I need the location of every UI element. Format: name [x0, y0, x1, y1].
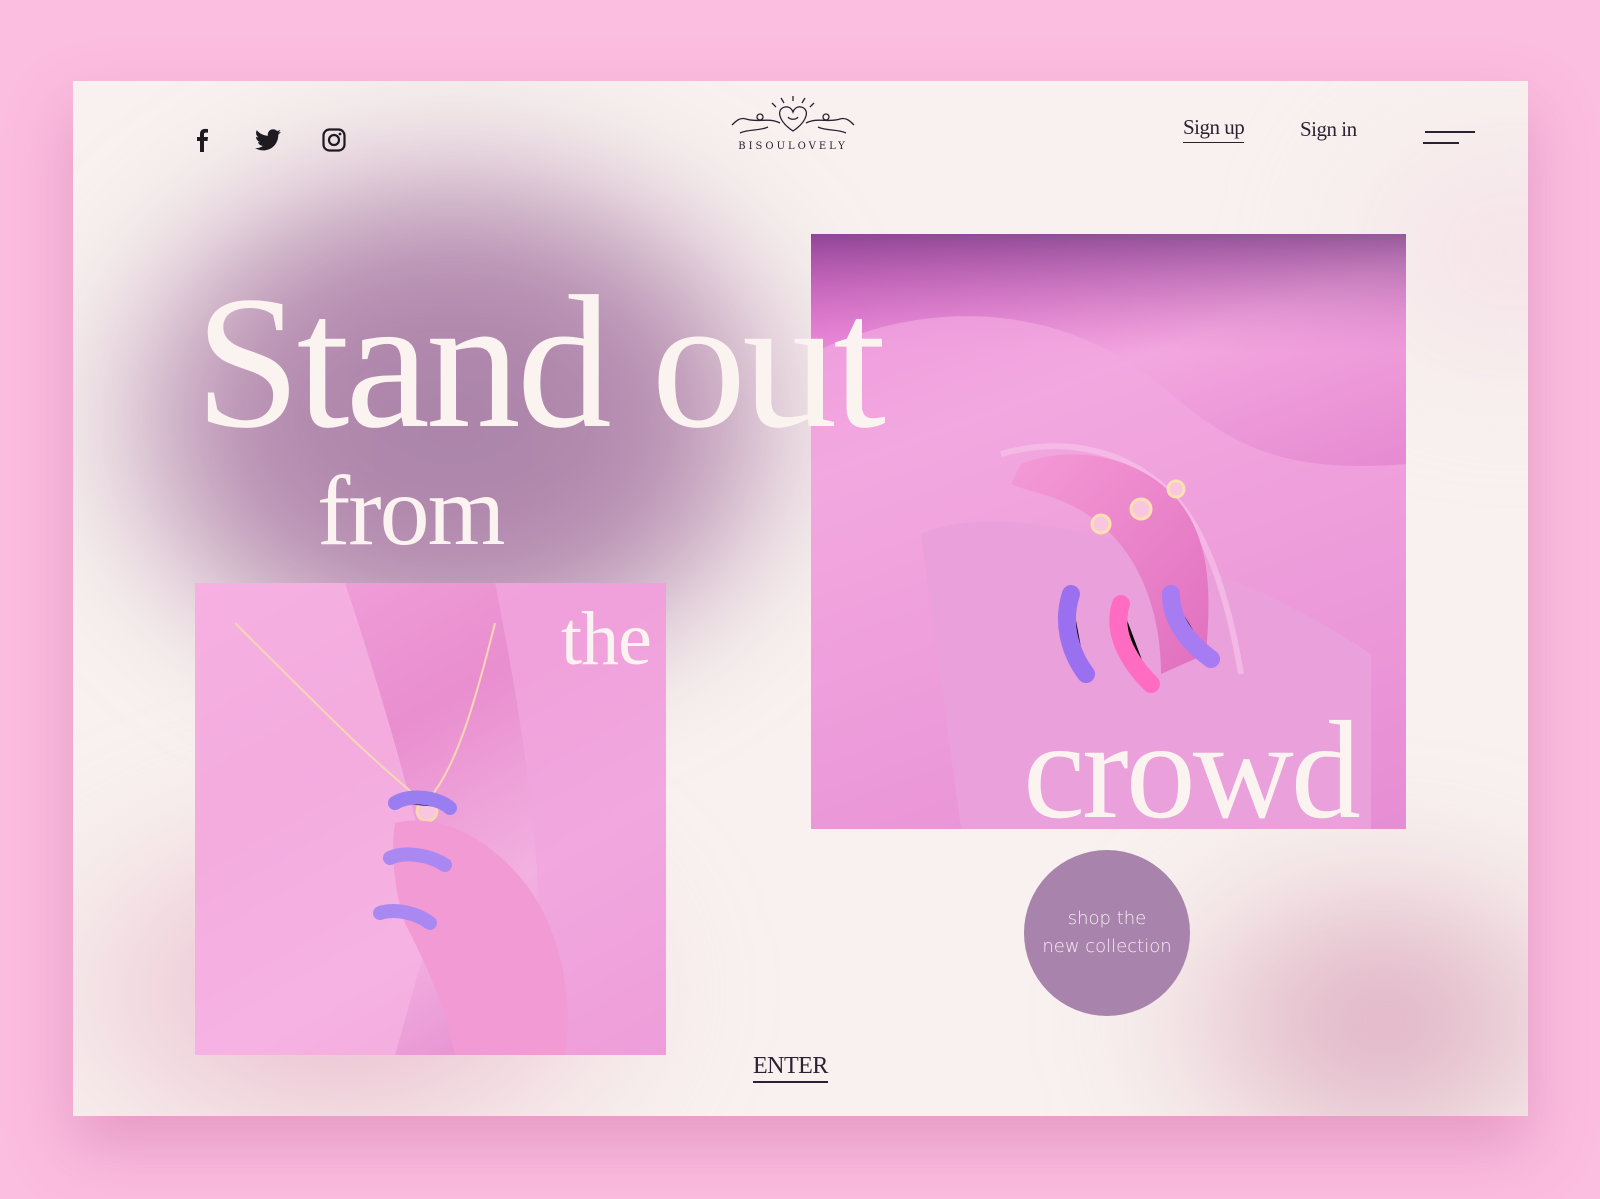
headline-from: from: [317, 455, 505, 566]
facebook-icon[interactable]: [188, 126, 216, 154]
sign-in-link[interactable]: Sign in: [1300, 117, 1357, 142]
headline-stand-out: Stand out: [195, 258, 886, 468]
cta-line-1: shop the: [1067, 908, 1147, 930]
shop-collection-button[interactable]: shop the new collection: [1024, 850, 1190, 1016]
brand-logo[interactable]: BISOULOVELY: [718, 93, 868, 152]
twitter-icon[interactable]: [254, 126, 282, 154]
cta-line-2: new collection: [1042, 936, 1172, 957]
background-gradient: [1123, 841, 1528, 1116]
social-links: [188, 126, 348, 154]
landing-card: BISOULOVELY Sign up Sign in Stand out fr…: [73, 81, 1528, 1116]
sign-up-link[interactable]: Sign up: [1183, 115, 1245, 143]
headline-the: the: [561, 597, 652, 681]
brand-name: BISOULOVELY: [738, 141, 848, 152]
heart-crest-icon: [731, 96, 855, 134]
enter-link[interactable]: ENTER: [753, 1053, 828, 1083]
menu-icon[interactable]: [1423, 129, 1475, 149]
instagram-icon[interactable]: [320, 126, 348, 154]
headline-crowd: crowd: [1023, 693, 1361, 848]
